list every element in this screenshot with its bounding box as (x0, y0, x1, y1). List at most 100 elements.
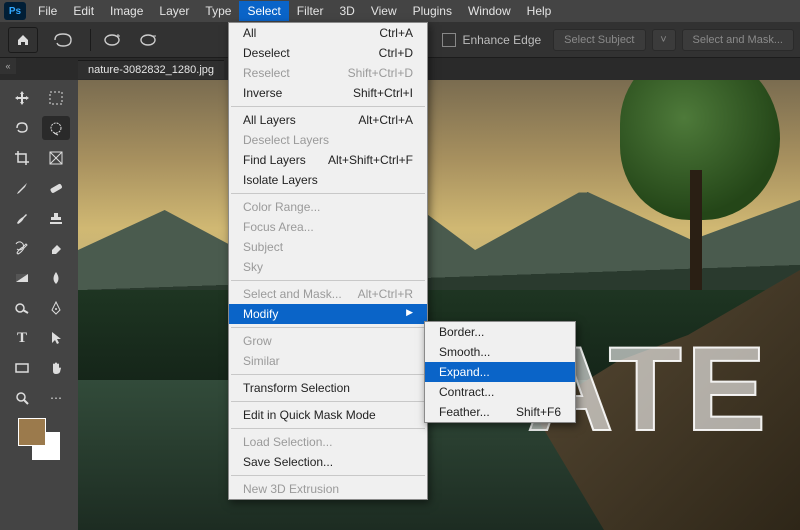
dodge-tool[interactable] (8, 296, 36, 320)
select-menu-item: New 3D Extrusion (229, 479, 427, 499)
menu-help[interactable]: Help (519, 1, 560, 21)
menu-item-label: Find Layers (243, 153, 306, 167)
menu-item-label: Expand... (439, 365, 490, 379)
pen-tool[interactable] (42, 296, 70, 320)
eyedropper-tool[interactable] (8, 176, 36, 200)
select-menu-item[interactable]: All LayersAlt+Ctrl+A (229, 110, 427, 130)
clone-stamp-tool[interactable] (42, 206, 70, 230)
blur-tool[interactable] (42, 266, 70, 290)
submenu-arrow-icon: ▶ (400, 307, 413, 321)
rectangle-icon (14, 360, 30, 376)
subtract-selection-icon (137, 31, 159, 49)
menu-window[interactable]: Window (460, 1, 519, 21)
menu-item-label: Transform Selection (243, 381, 350, 395)
menu-3d[interactable]: 3D (331, 1, 362, 21)
menu-item-label: Sky (243, 260, 263, 274)
select-and-mask-button[interactable]: Select and Mask... (682, 29, 795, 51)
modify-menu-item[interactable]: Smooth... (425, 342, 575, 362)
select-menu-item[interactable]: Isolate Layers (229, 170, 427, 190)
gradient-tool[interactable] (8, 266, 36, 290)
modify-menu-item[interactable]: Expand... (425, 362, 575, 382)
select-menu-item[interactable]: Find Layers Alt+Shift+Ctrl+F (229, 150, 427, 170)
modify-menu-item[interactable]: Feather...Shift+F6 (425, 402, 575, 422)
edit-toolbar[interactable]: ⋯ (42, 386, 70, 410)
add-to-selection[interactable] (97, 28, 127, 52)
frame-tool[interactable] (42, 146, 70, 170)
lasso-tool[interactable] (8, 116, 36, 140)
menu-type[interactable]: Type (197, 1, 239, 21)
select-menu-item[interactable]: Modify▶ (229, 304, 427, 324)
menu-item-label: Save Selection... (243, 455, 333, 469)
ellipsis-icon: ⋯ (50, 391, 62, 405)
menu-item-label: New 3D Extrusion (243, 482, 339, 496)
checkbox-icon (442, 33, 456, 47)
menu-item-shortcut: Alt+Shift+Ctrl+F (328, 153, 413, 167)
type-icon: T (17, 330, 27, 347)
brush-preset-picker[interactable] (48, 28, 78, 52)
menu-item-label: Deselect Layers (243, 133, 329, 147)
collapse-panels-icon[interactable]: « (0, 58, 16, 74)
menu-edit[interactable]: Edit (65, 1, 102, 21)
crop-tool[interactable] (8, 146, 36, 170)
menu-item-label: Similar (243, 354, 280, 368)
select-menu-item[interactable]: Transform Selection (229, 378, 427, 398)
marquee-icon (48, 90, 64, 106)
select-menu-item[interactable]: InverseShift+Ctrl+I (229, 83, 427, 103)
select-subject-dropdown[interactable]: ˅ (652, 29, 676, 51)
menu-filter[interactable]: Filter (289, 1, 332, 21)
lasso-icon (52, 31, 74, 49)
menu-view[interactable]: View (363, 1, 405, 21)
modify-menu-item[interactable]: Contract... (425, 382, 575, 402)
modify-menu-item[interactable]: Border... (425, 322, 575, 342)
stamp-icon (48, 210, 64, 226)
quick-selection-tool[interactable] (42, 116, 70, 140)
quick-select-icon (48, 120, 64, 136)
menu-item-label: Feather... (439, 405, 490, 419)
history-brush-tool[interactable] (8, 236, 36, 260)
menu-file[interactable]: File (30, 1, 65, 21)
path-selection-tool[interactable] (42, 326, 70, 350)
hand-tool[interactable] (42, 356, 70, 380)
document-tab[interactable]: nature-3082832_1280.jpg (78, 60, 224, 79)
menu-item-shortcut: Alt+Ctrl+A (358, 113, 413, 127)
select-menu-item: Deselect Layers (229, 130, 427, 150)
brush-icon (14, 210, 30, 226)
enhance-edge-checkbox[interactable]: Enhance Edge (442, 33, 541, 47)
home-button[interactable] (8, 27, 38, 53)
move-icon (14, 90, 30, 106)
gradient-icon (14, 270, 30, 286)
menu-item-label: Contract... (439, 385, 494, 399)
menu-item-label: Edit in Quick Mask Mode (243, 408, 376, 422)
brush-tool[interactable] (8, 206, 36, 230)
menu-image[interactable]: Image (102, 1, 151, 21)
select-menu-item[interactable]: Save Selection... (229, 452, 427, 472)
select-menu-item[interactable]: Edit in Quick Mask Mode (229, 405, 427, 425)
select-menu-item: Sky (229, 257, 427, 277)
menu-plugins[interactable]: Plugins (405, 1, 460, 21)
droplet-icon (48, 270, 64, 286)
menu-item-label: Border... (439, 325, 484, 339)
zoom-tool[interactable] (8, 386, 36, 410)
eraser-tool[interactable] (42, 236, 70, 260)
bandage-icon (48, 180, 64, 196)
document-canvas[interactable]: ATE (78, 80, 800, 530)
healing-brush-tool[interactable] (42, 176, 70, 200)
marquee-tool[interactable] (42, 86, 70, 110)
menu-item-shortcut: Shift+Ctrl+I (353, 86, 413, 100)
select-menu-dropdown: AllCtrl+ADeselectCtrl+DReselectShift+Ctr… (228, 22, 428, 500)
select-menu-item[interactable]: DeselectCtrl+D (229, 43, 427, 63)
rectangle-tool[interactable] (8, 356, 36, 380)
color-swatches[interactable] (14, 416, 64, 462)
foreground-swatch[interactable] (18, 418, 46, 446)
home-icon (16, 33, 30, 47)
menu-layer[interactable]: Layer (151, 1, 197, 21)
select-menu-item[interactable]: AllCtrl+A (229, 23, 427, 43)
type-tool[interactable]: T (8, 326, 36, 350)
select-subject-button[interactable]: Select Subject (553, 29, 645, 51)
menu-select[interactable]: Select (239, 1, 288, 21)
move-tool[interactable] (8, 86, 36, 110)
image-tree (620, 80, 780, 290)
subtract-from-selection[interactable] (133, 28, 163, 52)
magnifier-icon (14, 390, 30, 406)
menu-item-label: Select and Mask... (243, 287, 342, 301)
